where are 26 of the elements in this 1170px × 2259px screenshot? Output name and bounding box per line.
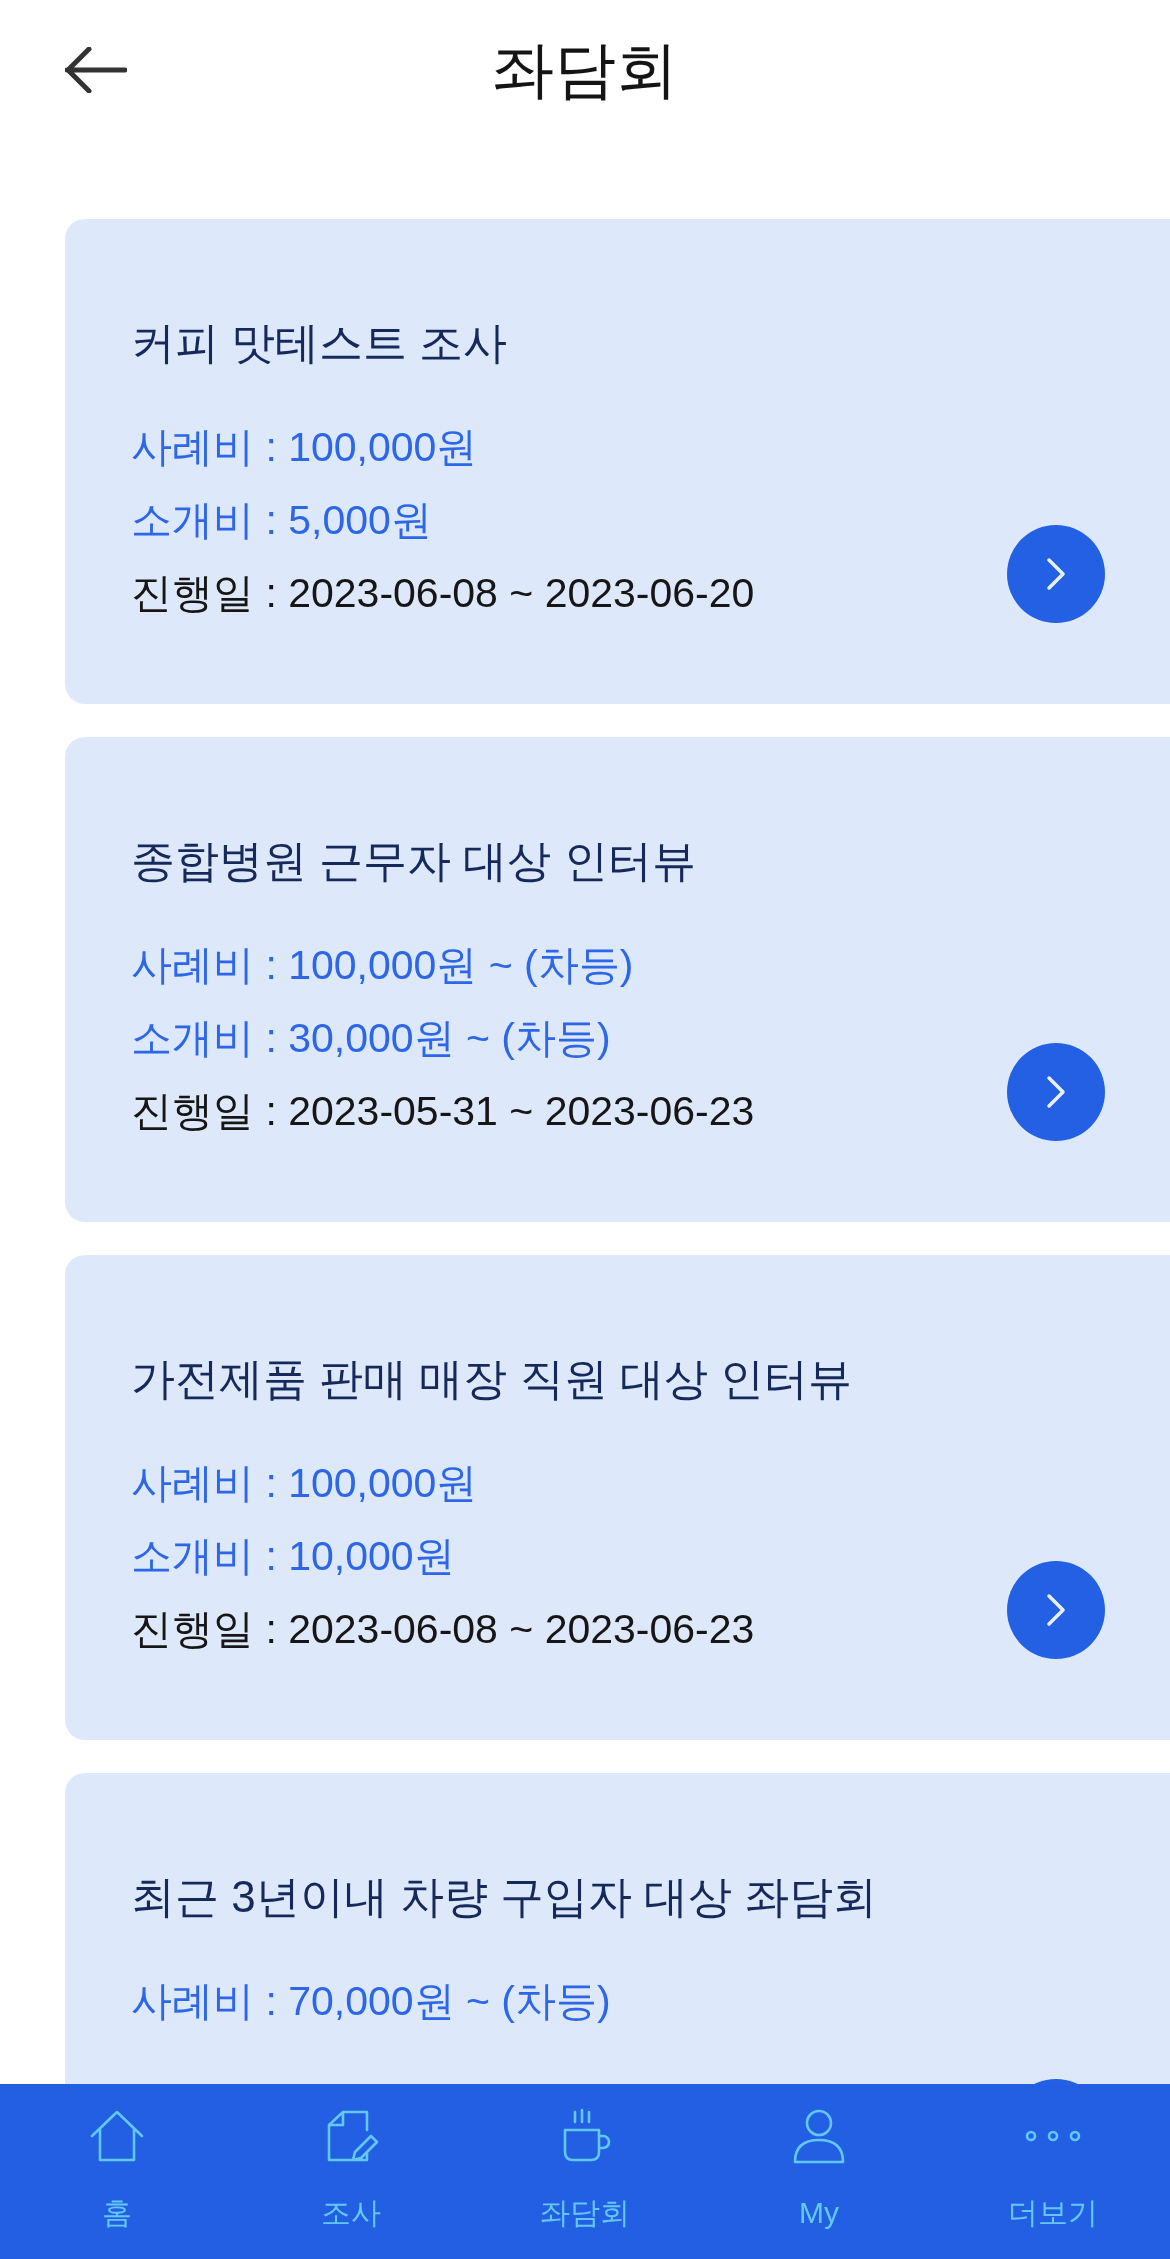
- period-text: 진행일 : 2023-06-08 ~ 2023-06-23: [131, 1605, 756, 1654]
- card-title: 가전제품 판매 매장 직원 대상 인터뷰: [131, 1353, 854, 1405]
- period-text: 진행일 : 2023-06-08 ~ 2023-06-20: [131, 569, 756, 618]
- card-title: 최근 3년이내 차량 구입자 대상 좌담회: [131, 1871, 878, 1923]
- nav-tab[interactable]: 홈: [0, 2084, 234, 2259]
- more-icon: [1023, 2130, 1083, 2142]
- referral-fee-text: 소개비 : 5,000원: [131, 496, 433, 545]
- reward-text: 사례비 : 100,000원 ~ (차등): [131, 941, 635, 990]
- card-title: 종합병원 근무자 대상 인터뷰: [131, 835, 697, 887]
- nav-tab[interactable]: 조사: [234, 2084, 468, 2259]
- nav-tab[interactable]: 더보기: [936, 2084, 1170, 2259]
- back-button[interactable]: [65, 47, 127, 93]
- nav-tab[interactable]: 좌담회: [468, 2084, 702, 2259]
- reward-text: 사례비 : 100,000원: [131, 423, 479, 472]
- period-text: 진행일 : 2023-05-31 ~ 2023-06-23: [131, 1087, 756, 1136]
- chevron-right-icon: [1046, 1593, 1066, 1627]
- back-arrow-icon: [65, 47, 127, 93]
- chevron-right-icon: [1046, 1075, 1066, 1109]
- reward-text: 사례비 : 100,000원: [131, 1459, 479, 1508]
- referral-fee-text: 소개비 : 30,000원 ~ (차등): [131, 1014, 612, 1063]
- reward-text: 사례비 : 70,000원 ~ (차등): [131, 1977, 612, 2026]
- chevron-right-icon: [1046, 557, 1066, 591]
- card-title: 커피 맛테스트 조사: [131, 317, 509, 369]
- page-title: 좌담회: [492, 33, 678, 106]
- referral-fee-text: 소개비 : 10,000원: [131, 1532, 456, 1581]
- nav-tab[interactable]: My: [702, 2084, 936, 2259]
